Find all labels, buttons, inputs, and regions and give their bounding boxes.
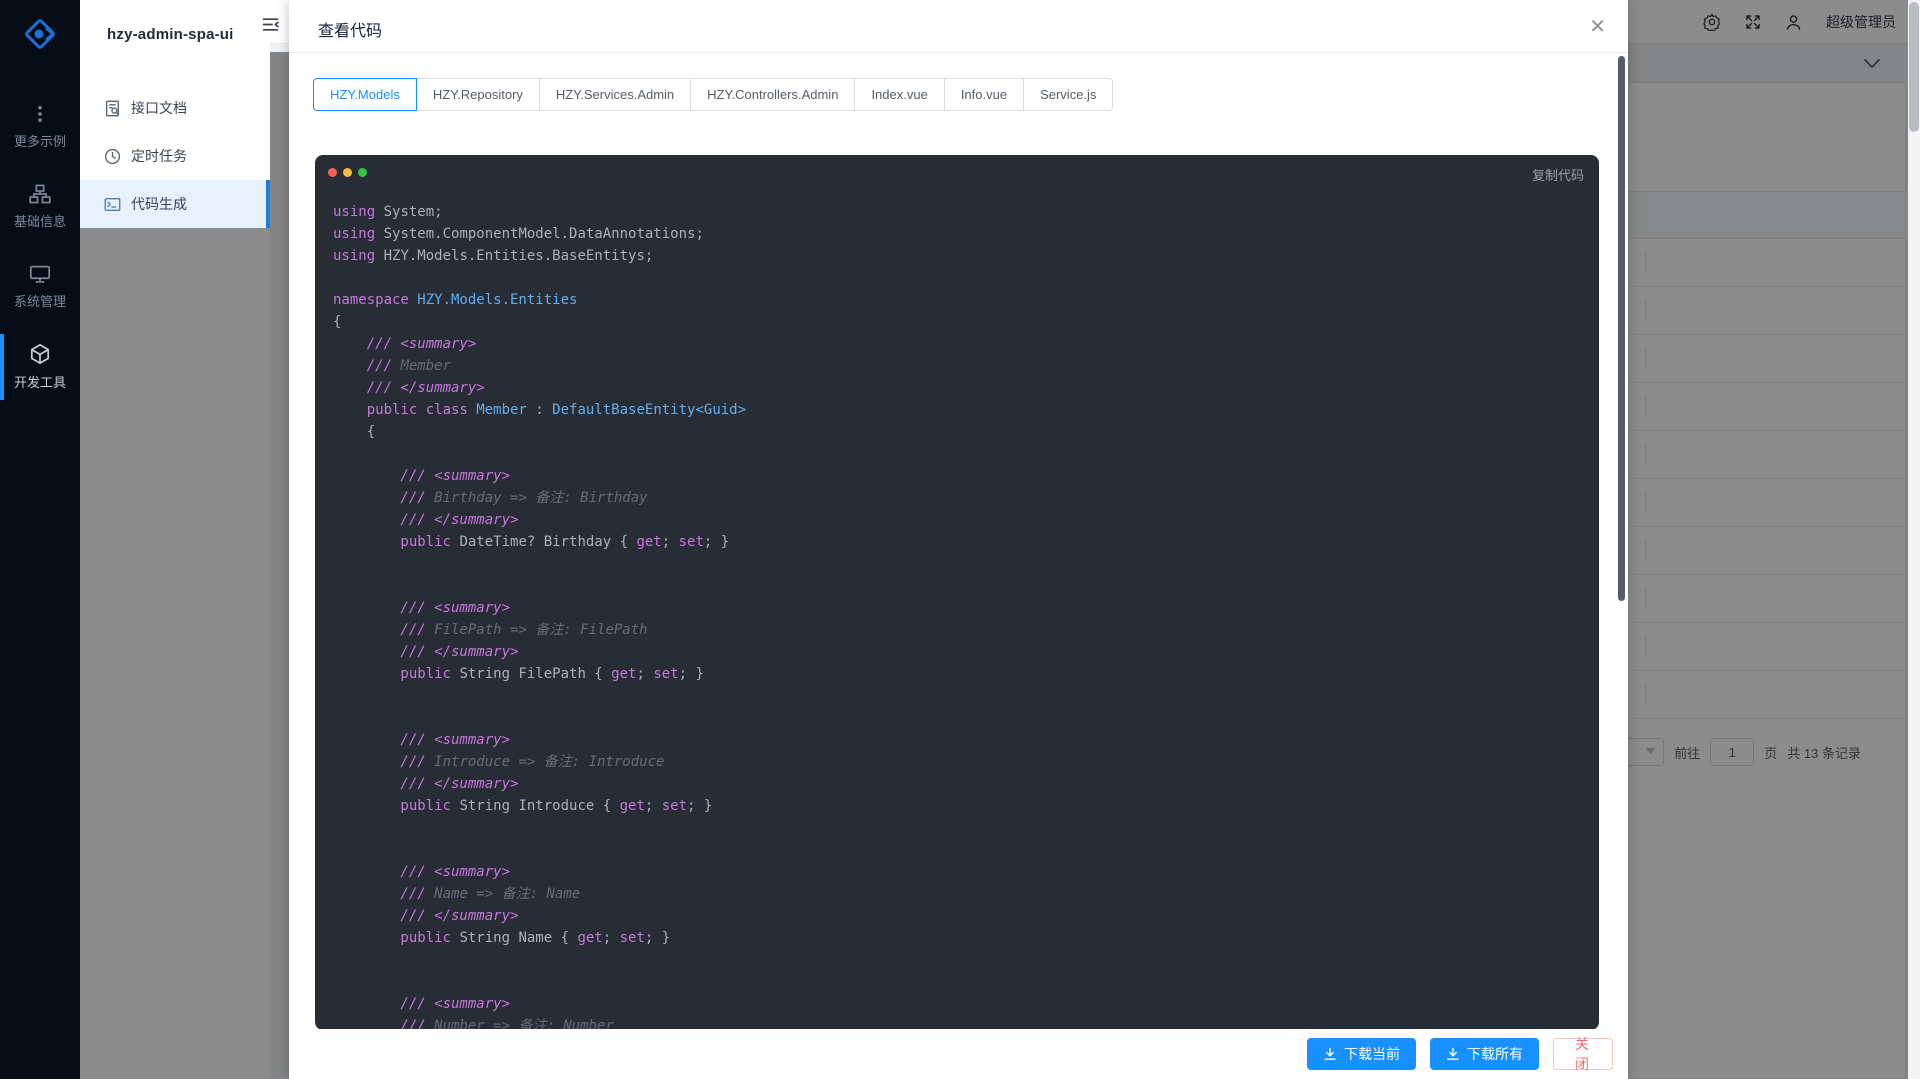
code-line: /// Member [333,355,1589,377]
sidebar-item-1[interactable]: 接口文档 [80,84,270,132]
browser-scrollbar-thumb[interactable] [1909,2,1919,132]
icon-sidebar-item-label: 系统管理 [14,291,66,310]
code-line: /// <summary> [333,597,1589,619]
green-dot-icon [358,168,367,177]
download-icon [1323,1047,1337,1061]
code-line: public DateTime? Birthday { get; set; } [333,531,1589,553]
code-line: /// Birthday => 备注: Birthday [333,487,1589,509]
tab-hzy-models[interactable]: HZY.Models [313,78,417,111]
download-icon [1446,1047,1460,1061]
sidebar-item-2[interactable]: 定时任务 [80,132,270,180]
code-line: public String Name { get; set; } [333,927,1589,949]
code-line: namespace HZY.Models.Entities [333,289,1589,311]
sidebar-item-label: 代码生成 [131,194,187,214]
sidebar-item-3[interactable]: 代码生成 [80,180,270,228]
icon-sidebar-item-3[interactable]: 系统管理 [0,248,80,326]
icon-sidebar-item-label: 开发工具 [14,372,66,391]
project-title: hzy-admin-spa-ui [107,26,234,43]
tab-service-js[interactable]: Service.js [1023,78,1113,111]
code-line [333,267,1589,289]
tab-index-vue[interactable]: Index.vue [854,78,944,111]
red-dot-icon [328,168,337,177]
code-line: /// </summary> [333,773,1589,795]
window-dots [328,168,367,177]
tab-hzy-repository[interactable]: HZY.Repository [416,78,540,111]
code-block: using System;using System.ComponentModel… [333,201,1589,1030]
modal-overlay-strip[interactable] [270,52,289,1079]
code-line: /// </summary> [333,905,1589,927]
tab-hzy-controllers-admin[interactable]: HZY.Controllers.Admin [690,78,855,111]
tab-info-vue[interactable]: Info.vue [944,78,1024,111]
download-current-button[interactable]: 下载当前 [1307,1038,1416,1070]
cube-icon [29,343,51,365]
copy-code-button[interactable]: 复制代码 [1532,165,1584,184]
active-indicator-bar [0,334,4,400]
code-line [333,443,1589,465]
code-line: using System; [333,201,1589,223]
code-line [333,707,1589,729]
code-line: using HZY.Models.Entities.BaseEntitys; [333,245,1589,267]
browser-scrollbar-track[interactable] [1908,0,1920,1079]
code-line: { [333,311,1589,333]
modal-scrollbar-thumb[interactable] [1618,56,1625,601]
code-line [333,553,1589,575]
org-chart-icon [29,184,51,204]
code-line: /// </summary> [333,641,1589,663]
modal-footer: 下载当前 下载所有 关闭 [289,1029,1628,1079]
logo-diamond-icon [18,12,62,56]
code-gen-icon [104,196,121,213]
icon-sidebar-item-2[interactable]: 基础信息 [0,168,80,246]
clock-icon [104,148,121,165]
code-line: /// Introduce => 备注: Introduce [333,751,1589,773]
code-line [333,949,1589,971]
modal-overlay-sidebar[interactable] [80,228,270,1079]
menu-fold-icon[interactable] [262,16,279,33]
code-panel: 复制代码 using System;using System.Component… [315,155,1599,1030]
icon-sidebar-item-label: 更多示例 [14,131,66,150]
code-line: /// Name => 备注: Name [333,883,1589,905]
sidebar-item-label: 定时任务 [131,146,187,166]
code-line: public String Introduce { get; set; } [333,795,1589,817]
close-icon[interactable]: ✕ [1589,12,1606,40]
code-line [333,839,1589,861]
code-line: public String FilePath { get; set; } [333,663,1589,685]
icon-sidebar-item-1[interactable]: 更多示例 [0,88,80,166]
code-line [333,575,1589,597]
code-line: /// Number => 备注: Number [333,1015,1589,1030]
code-line: /// <summary> [333,729,1589,751]
icon-sidebar: 更多示例基础信息系统管理开发工具 [0,0,80,1079]
monitor-icon [29,264,51,284]
code-line [333,817,1589,839]
code-line: using System.ComponentModel.DataAnnotati… [333,223,1589,245]
icon-sidebar-item-label: 基础信息 [14,211,66,230]
code-line [333,685,1589,707]
code-line: /// <summary> [333,993,1589,1015]
doc-api-icon [104,100,121,117]
code-line: /// </summary> [333,377,1589,399]
app-logo[interactable] [0,8,80,60]
close-button[interactable]: 关闭 [1553,1038,1613,1070]
code-line: /// FilePath => 备注: FilePath [333,619,1589,641]
code-line: /// <summary> [333,333,1589,355]
code-tabs: HZY.ModelsHZY.RepositoryHZY.Services.Adm… [313,78,1113,111]
code-line: /// </summary> [333,509,1589,531]
view-code-modal: 查看代码 ✕ HZY.ModelsHZY.RepositoryHZY.Servi… [289,0,1628,1079]
download-all-button[interactable]: 下载所有 [1430,1038,1539,1070]
modal-header: 查看代码 ✕ [289,0,1628,53]
code-line: { [333,421,1589,443]
code-line [333,971,1589,993]
more-dots-icon [31,104,49,124]
yellow-dot-icon [343,168,352,177]
tab-hzy-services-admin[interactable]: HZY.Services.Admin [539,78,691,111]
code-line: public class Member : DefaultBaseEntity<… [333,399,1589,421]
modal-title: 查看代码 [318,17,382,41]
code-line: /// <summary> [333,465,1589,487]
code-line: /// <summary> [333,861,1589,883]
icon-sidebar-item-4[interactable]: 开发工具 [0,328,80,406]
sidebar-item-label: 接口文档 [131,98,187,118]
